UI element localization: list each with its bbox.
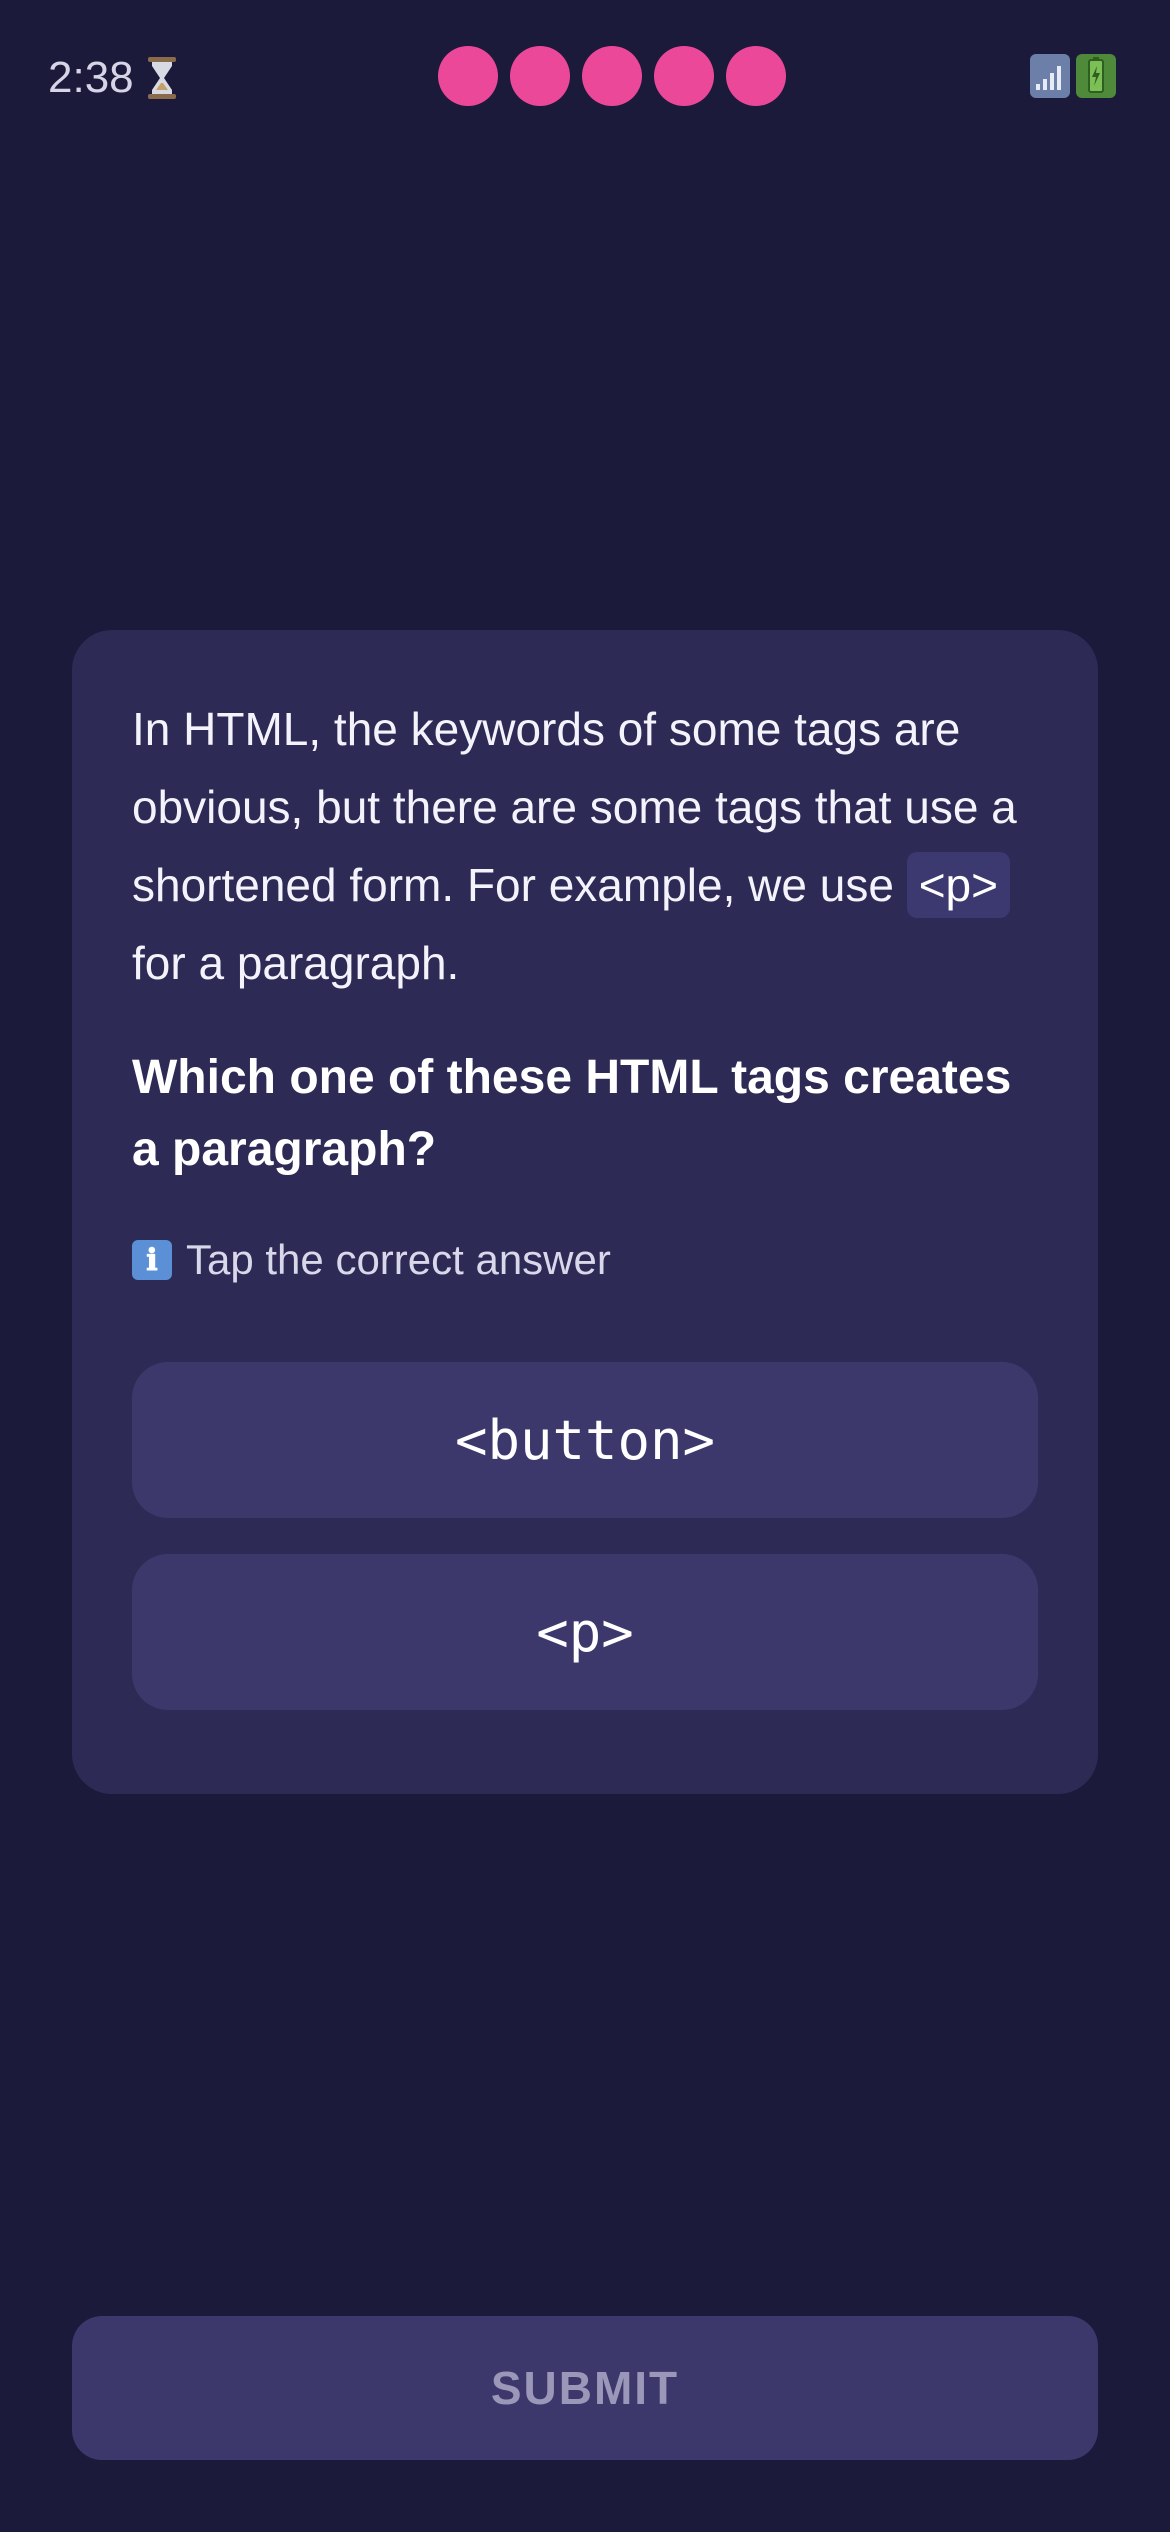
status-bar: 2:38 — [0, 0, 1170, 156]
timer: 2:38 — [48, 48, 178, 108]
question-text: Which one of these HTML tags creates a p… — [132, 1051, 1012, 1176]
answer-option-p[interactable]: <p> — [132, 1554, 1038, 1710]
life-heart — [438, 46, 498, 106]
life-heart — [654, 46, 714, 106]
lesson-intro: In HTML, the keywords of some tags are o… — [132, 690, 1038, 1002]
lives-indicator — [438, 46, 786, 106]
intro-text-end: for a paragraph. — [132, 937, 460, 989]
info-icon: ℹ — [132, 1240, 172, 1280]
life-heart — [582, 46, 642, 106]
life-heart — [510, 46, 570, 106]
hint: ℹ Tap the correct answer — [132, 1236, 1038, 1284]
lesson-card: In HTML, the keywords of some tags are o… — [72, 630, 1098, 1794]
submit-button[interactable]: SUBMIT — [72, 2316, 1098, 2460]
battery-icon — [1076, 54, 1116, 98]
answer-option-button[interactable]: <button> — [132, 1362, 1038, 1518]
answer-options: <button> <p> — [132, 1362, 1038, 1710]
system-icons — [1030, 54, 1116, 98]
intro-text: In HTML, the keywords of some tags are o… — [132, 703, 1017, 911]
hourglass-icon — [146, 56, 178, 100]
status-time: 2:38 — [48, 53, 134, 102]
life-heart — [726, 46, 786, 106]
inline-code: <p> — [906, 852, 1010, 918]
hint-text: Tap the correct answer — [186, 1236, 611, 1283]
signal-icon — [1030, 54, 1070, 98]
